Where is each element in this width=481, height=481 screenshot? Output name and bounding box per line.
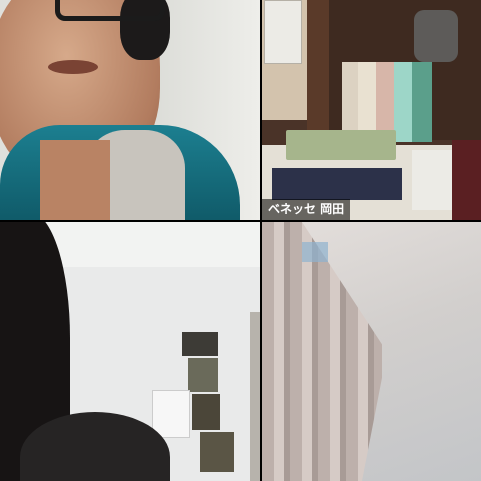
photo-3 bbox=[192, 394, 220, 430]
video-tile-4[interactable] bbox=[262, 222, 481, 481]
photo-4 bbox=[200, 432, 234, 472]
paper-note bbox=[152, 390, 190, 438]
photo-2 bbox=[188, 358, 218, 392]
book-stack-green bbox=[286, 130, 396, 160]
calendar-poster bbox=[264, 0, 302, 64]
mouth bbox=[48, 60, 98, 74]
door-edge bbox=[250, 312, 260, 481]
book-dark bbox=[272, 168, 402, 200]
doorframe bbox=[307, 0, 329, 140]
photo-1 bbox=[182, 332, 218, 356]
video-tile-2[interactable]: ベネッセ 岡田 bbox=[262, 0, 481, 220]
blue-light bbox=[302, 242, 328, 262]
neck bbox=[40, 140, 110, 220]
chair-red bbox=[452, 140, 481, 220]
glasses-icon bbox=[55, 0, 165, 21]
video-tile-1[interactable] bbox=[0, 0, 260, 220]
video-tile-3[interactable] bbox=[0, 222, 260, 481]
video-grid: ベネッセ 岡田 bbox=[0, 0, 481, 481]
kettle bbox=[414, 10, 458, 62]
participant-name-label: ベネッセ 岡田 bbox=[262, 199, 351, 220]
